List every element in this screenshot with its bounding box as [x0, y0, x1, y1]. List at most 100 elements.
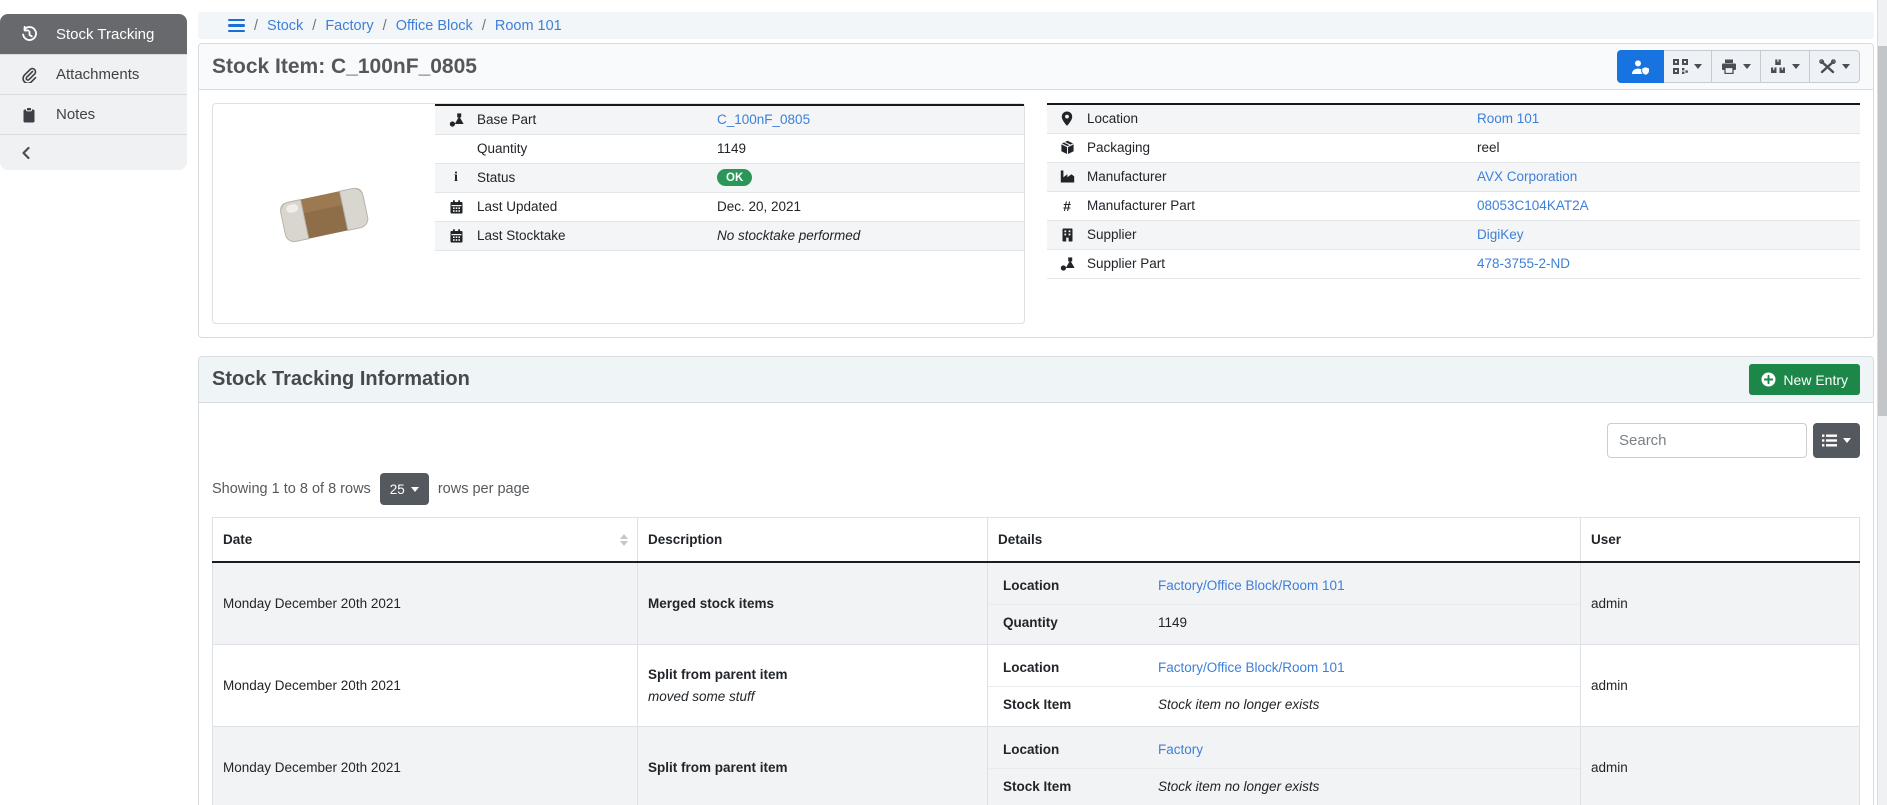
entry-description: Split from parent item: [638, 727, 988, 805]
sort-icon: [620, 534, 628, 546]
detail-label: Last Updated: [477, 192, 717, 221]
location-link[interactable]: Room 101: [1477, 111, 1539, 126]
detail-label: Quantity: [1003, 615, 1158, 630]
table-row: Last Updated Dec. 20, 2021: [435, 192, 1024, 221]
supplier-part-link[interactable]: 478-3755-2-ND: [1477, 256, 1570, 271]
sidebar-item-label: Notes: [56, 106, 95, 123]
stock-boxes-icon: [1770, 59, 1786, 74]
detail-row: Quantity 1149: [988, 604, 1580, 641]
shapes-icon: [1047, 249, 1087, 278]
clipboard-icon: [20, 107, 38, 123]
tools-icon: [1819, 59, 1836, 75]
part-thumbnail[interactable]: [213, 104, 435, 323]
entry-date: Monday December 20th 2021: [213, 645, 638, 727]
chevron-down-icon: [1694, 64, 1702, 69]
detail-value: Stock item no longer exists: [1158, 697, 1580, 712]
stock-item-details-card: Base Part C_100nF_0805 Quantity 1149 i S…: [212, 103, 1025, 324]
hash-icon: #: [1047, 191, 1087, 220]
table-row: Monday December 20th 2021 Split from par…: [213, 727, 1860, 805]
breadcrumb-separator: /: [482, 18, 486, 34]
sidebar-collapse-button[interactable]: [0, 134, 187, 170]
sidebar-item-attachments[interactable]: Attachments: [0, 54, 187, 94]
industry-icon: [1047, 162, 1087, 191]
sidebar-item-label: Attachments: [56, 66, 139, 83]
stock-tracking-panel: Stock Tracking Information New Entry: [198, 356, 1874, 805]
detail-label: Last Stocktake: [477, 221, 717, 250]
stock-admin-button[interactable]: [1617, 50, 1664, 83]
menu-icon[interactable]: [228, 19, 245, 33]
detail-label: Location: [1003, 660, 1158, 675]
scrollbar[interactable]: [1877, 0, 1887, 805]
table-row: Last Stocktake No stocktake performed: [435, 221, 1024, 250]
box-icon: [1047, 133, 1087, 162]
building-icon: [1047, 220, 1087, 249]
location-link[interactable]: Factory: [1158, 742, 1203, 757]
barcode-actions-button[interactable]: [1664, 50, 1712, 83]
table-row: i Status OK: [435, 163, 1024, 192]
location-link[interactable]: Factory/Office Block/Room 101: [1158, 660, 1345, 675]
manufacturer-link[interactable]: AVX Corporation: [1477, 169, 1577, 184]
info-icon: i: [435, 163, 477, 192]
detail-label: Manufacturer Part: [1087, 191, 1477, 220]
detail-row: Location Factory/Office Block/Room 101: [988, 567, 1580, 604]
page-size-value: 25: [390, 482, 405, 497]
detail-label: Base Part: [477, 105, 717, 134]
shapes-icon: [435, 105, 477, 134]
detail-label: Supplier: [1087, 220, 1477, 249]
detail-label: Status: [477, 163, 717, 192]
table-row: Manufacturer AVX Corporation: [1047, 162, 1860, 191]
table-row: # Manufacturer Part 08053C104KAT2A: [1047, 191, 1860, 220]
detail-value: Stock item no longer exists: [1158, 779, 1580, 794]
breadcrumb-link-factory[interactable]: Factory: [325, 18, 373, 34]
detail-row: Location Factory/Office Block/Room 101: [988, 649, 1580, 686]
scrollbar-thumb[interactable]: [1878, 46, 1887, 416]
supplier-link[interactable]: DigiKey: [1477, 227, 1524, 242]
detail-row: Stock Item Stock item no longer exists: [988, 686, 1580, 723]
detail-row: Stock Item Stock item no longer exists: [988, 768, 1580, 805]
entry-note: moved some stuff: [648, 689, 977, 704]
stock-actions-button[interactable]: [1761, 50, 1810, 83]
breadcrumb-separator: /: [312, 18, 316, 34]
print-actions-button[interactable]: [1712, 50, 1761, 83]
detail-label: Quantity: [477, 134, 717, 163]
sidebar: Stock Tracking Attachments Notes: [0, 0, 187, 805]
column-header-description: Description: [638, 518, 988, 563]
section-title: Stock Tracking Information: [212, 368, 470, 391]
map-marker-icon: [1047, 104, 1087, 133]
supplier-details-table: Location Room 101 Packaging reel: [1047, 103, 1860, 279]
columns-button[interactable]: [1813, 423, 1860, 458]
entry-user: admin: [1581, 727, 1860, 805]
manufacturer-part-link[interactable]: 08053C104KAT2A: [1477, 198, 1589, 213]
part-details-table: Base Part C_100nF_0805 Quantity 1149 i S…: [435, 104, 1024, 251]
table-row: Monday December 20th 2021 Merged stock i…: [213, 562, 1860, 645]
breadcrumb-link-office-block[interactable]: Office Block: [396, 18, 473, 34]
sidebar-item-stock-tracking[interactable]: Stock Tracking: [0, 14, 187, 54]
breadcrumb-link-stock[interactable]: Stock: [267, 18, 303, 34]
chevron-down-icon: [1843, 438, 1851, 443]
breadcrumb-separator: /: [254, 18, 258, 34]
list-icon: [1822, 434, 1837, 447]
breadcrumb-link-room-101[interactable]: Room 101: [495, 18, 562, 34]
pagination-detail: Showing 1 to 8 of 8 rows: [212, 481, 371, 497]
detail-value: 1149: [1158, 615, 1580, 630]
chevron-down-icon: [1743, 64, 1751, 69]
stock-item-actions-button[interactable]: [1810, 50, 1860, 83]
stock-item-panel: Stock Item: C_100nF_0805: [198, 43, 1874, 338]
capacitor-image: [264, 169, 384, 259]
page-size-dropdown[interactable]: 25: [380, 473, 429, 505]
chevron-down-icon: [411, 487, 419, 492]
base-part-link[interactable]: C_100nF_0805: [717, 112, 810, 127]
plus-circle-icon: [1761, 372, 1776, 387]
tracking-table: Date Description Details User Monday Dec…: [212, 517, 1860, 805]
sidebar-item-notes[interactable]: Notes: [0, 94, 187, 134]
calendar-icon: [435, 192, 477, 221]
entry-date: Monday December 20th 2021: [213, 727, 638, 805]
detail-label: Location: [1087, 104, 1477, 133]
column-header-details: Details: [988, 518, 1581, 563]
search-input[interactable]: [1607, 423, 1807, 458]
column-header-date[interactable]: Date: [213, 518, 638, 563]
new-entry-button[interactable]: New Entry: [1749, 364, 1860, 395]
packaging-value: reel: [1477, 133, 1860, 162]
location-link[interactable]: Factory/Office Block/Room 101: [1158, 578, 1345, 593]
entry-details: Location Factory/Office Block/Room 101 Q…: [988, 562, 1581, 645]
